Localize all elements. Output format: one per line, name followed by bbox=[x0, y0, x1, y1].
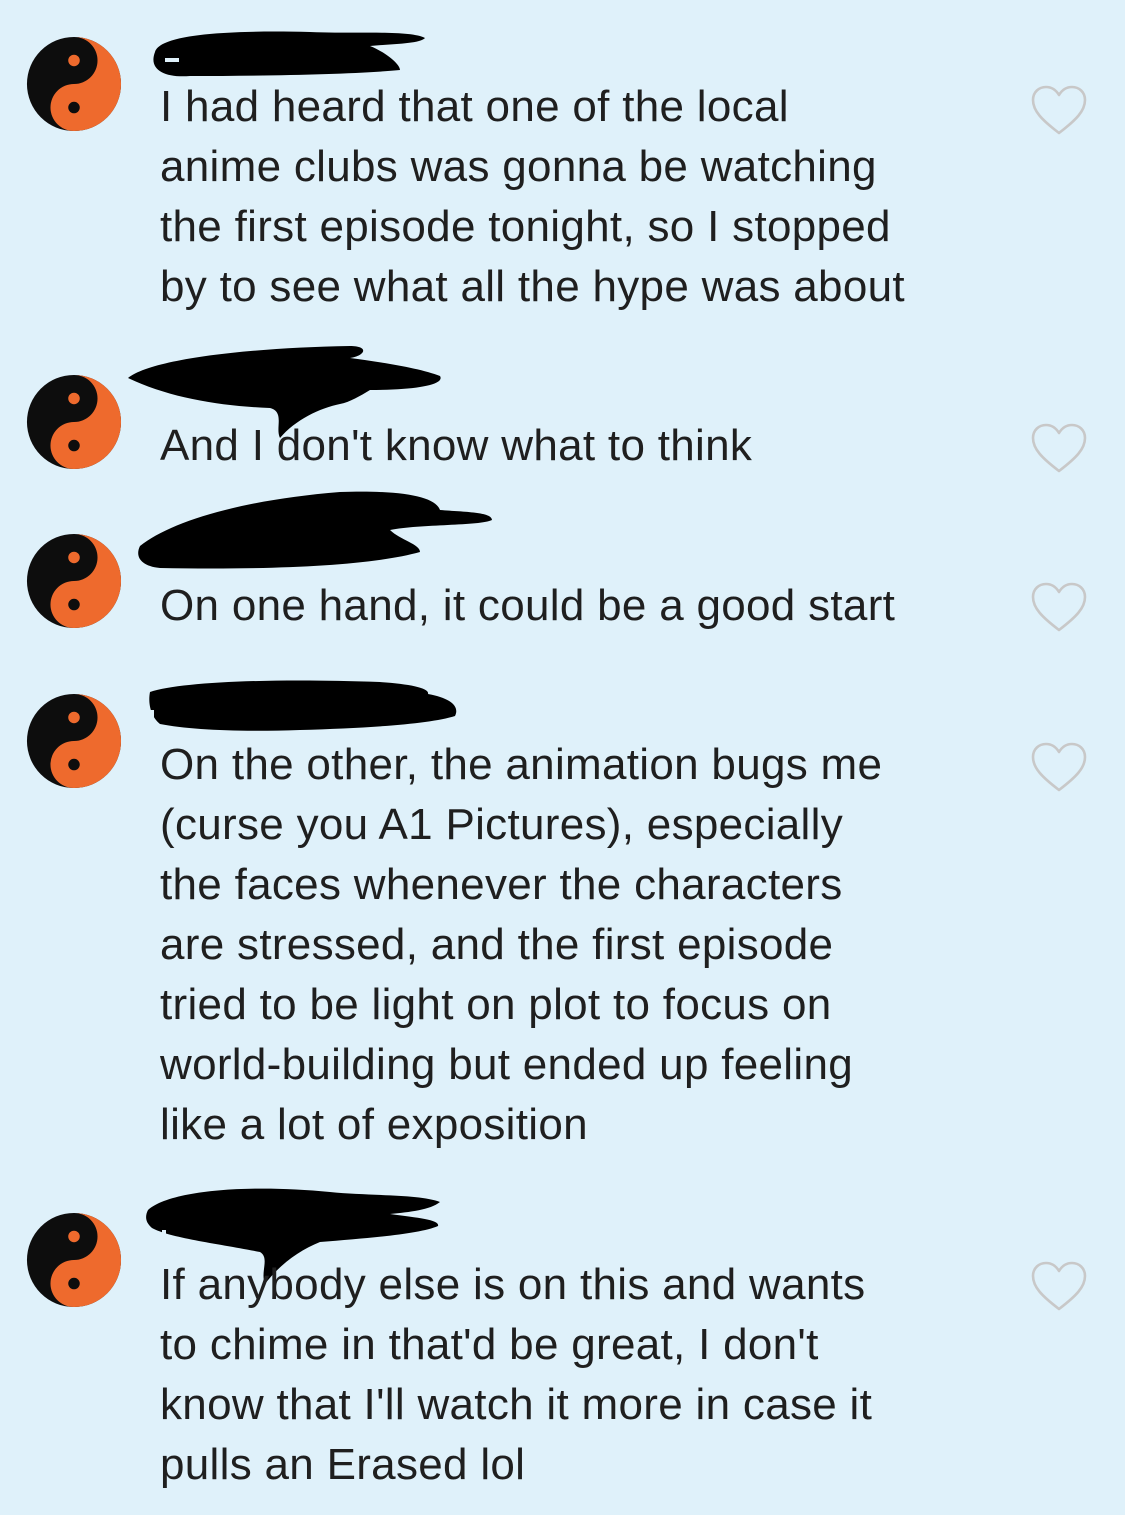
redacted-username bbox=[120, 672, 480, 742]
heart-icon[interactable] bbox=[1030, 84, 1088, 136]
avatar-yin-yang-icon[interactable] bbox=[26, 693, 122, 789]
avatar-yin-yang-icon[interactable] bbox=[26, 1212, 122, 1308]
comment-text: If anybody else is on this and wants to … bbox=[160, 1260, 873, 1489]
heart-icon[interactable] bbox=[1030, 741, 1088, 793]
comment-text: On the other, the animation bugs me (cur… bbox=[160, 740, 883, 1149]
heart-icon[interactable] bbox=[1030, 1260, 1088, 1312]
avatar-yin-yang-icon[interactable] bbox=[26, 533, 122, 629]
heart-icon[interactable] bbox=[1030, 581, 1088, 633]
avatar-yin-yang-icon[interactable] bbox=[26, 374, 122, 470]
comment-text: And I don't know what to think bbox=[160, 421, 753, 470]
comment-text: On one hand, it could be a good start bbox=[160, 581, 896, 630]
heart-icon[interactable] bbox=[1030, 422, 1088, 474]
comment-text: I had heard that one of the local anime … bbox=[160, 82, 905, 311]
redacted-username bbox=[120, 482, 500, 582]
avatar-yin-yang-icon[interactable] bbox=[26, 36, 122, 132]
